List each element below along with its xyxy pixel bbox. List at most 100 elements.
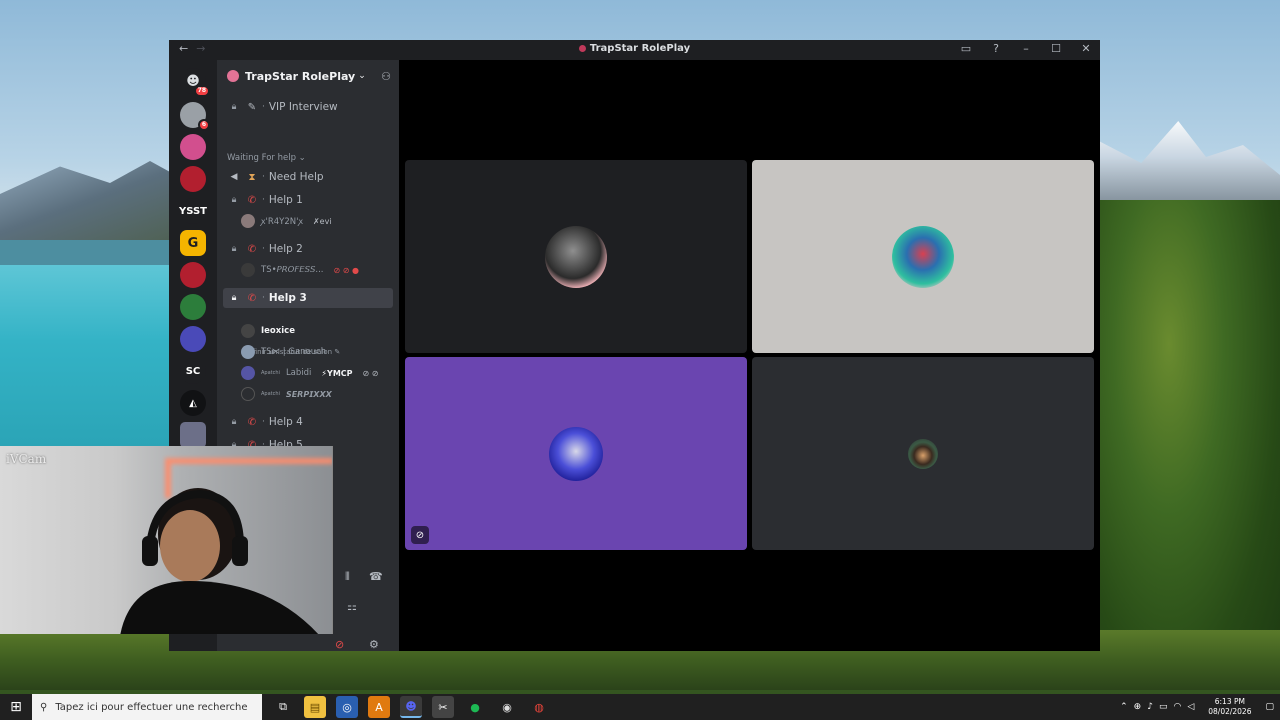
wifi-icon[interactable]: ◠: [1173, 702, 1181, 712]
server-icon-11[interactable]: ◭: [180, 390, 206, 416]
microphone-icon[interactable]: ♪: [1147, 702, 1153, 712]
muted-icon: ⊘: [411, 526, 429, 544]
avatar: [241, 263, 255, 277]
gear-icon[interactable]: ⚙: [369, 638, 379, 651]
deafen-icon[interactable]: ⊘: [335, 638, 344, 651]
capture-app-icon[interactable]: ✂: [432, 696, 454, 718]
avatar: [545, 225, 607, 288]
lock-icon: 🔒︎: [231, 102, 237, 112]
voice-member[interactable]: TS•𝘗𝘙𝘖𝘍𝘌𝘚𝘚... ⊘ ⊘ ●: [241, 261, 359, 279]
hourglass-icon: ⧗: [248, 171, 256, 183]
search-icon: ⚲: [40, 701, 48, 713]
voice-member[interactable]: Apatchi Labidi ⚡YMCP ⊘ ⊘: [241, 364, 378, 382]
taskbar-apps: ⧉ ▤ ◎ A ☻ ✂ ● ◉ ◍: [272, 694, 550, 720]
avatar: [549, 426, 603, 481]
chrome-icon[interactable]: ◍: [528, 696, 550, 718]
voice-call-grid: ⊘: [399, 60, 1100, 651]
lock-icon: 🔒︎: [231, 417, 237, 427]
windows-start-icon[interactable]: ⊞: [0, 694, 32, 720]
lock-icon: 🔒︎: [231, 244, 237, 254]
channel-need-help[interactable]: ◀︎ ⧗ · Need Help: [223, 167, 393, 187]
inbox-icon[interactable]: ▭: [958, 42, 974, 55]
voice-member[interactable]: Apatchi 𝙎𝙀𝙍𝙋𝙄𝙓𝙓𝙓: [241, 385, 332, 403]
voice-activity-icon[interactable]: ⦀: [345, 570, 350, 584]
participant-tile[interactable]: [752, 160, 1094, 353]
category-waiting-for-help[interactable]: Waiting For help ⌄: [227, 153, 306, 163]
chevron-down-icon: ⌄: [358, 71, 366, 81]
file-explorer-icon[interactable]: ▤: [304, 696, 326, 718]
streamer-silhouette: [120, 488, 319, 634]
close-icon[interactable]: ✕: [1078, 42, 1094, 55]
avatar: [241, 366, 255, 380]
webcam-overlay: iVCam: [0, 446, 333, 634]
system-tray: ⌃ ⊕ ♪ ▭ ◠ ◁ 6:13 PM 08/02/2026 ▢: [1120, 694, 1280, 720]
voice-member[interactable]: Ιeoxice: [241, 322, 295, 340]
minimize-icon[interactable]: –: [1018, 42, 1034, 55]
speaker-icon: ◀︎: [230, 172, 238, 182]
server-name: TrapStar RolePlay: [245, 69, 356, 83]
battery-icon[interactable]: ▭: [1159, 702, 1168, 712]
task-view-icon[interactable]: ⧉: [272, 696, 294, 718]
server-icon-3[interactable]: [180, 134, 206, 160]
lock-icon: 🔒︎: [231, 195, 237, 205]
avast-icon[interactable]: A: [368, 696, 390, 718]
participant-tile[interactable]: [752, 357, 1094, 550]
activities-icon[interactable]: ⚏: [347, 600, 357, 613]
chevron-up-icon[interactable]: ⌃: [1120, 702, 1128, 712]
voice-member[interactable]: ꭗ'R4Y2N'ꭗ ✗evi: [241, 212, 332, 230]
server-icon-8[interactable]: [180, 294, 206, 320]
disconnect-icon[interactable]: ☎: [369, 570, 383, 583]
spotify-icon[interactable]: ●: [464, 696, 486, 718]
channel-help-1[interactable]: 🔒︎ ✆ · Help 1: [223, 190, 393, 210]
avatar: [892, 225, 954, 288]
maximize-icon[interactable]: ☐: [1048, 42, 1064, 55]
steam-icon[interactable]: ◎: [336, 696, 358, 718]
participant-tile[interactable]: [405, 160, 747, 353]
help-icon[interactable]: ?: [988, 42, 1004, 55]
channel-vip-interview[interactable]: 🔒︎ ✎ · VIP Interview: [223, 97, 393, 117]
windows-taskbar: ⊞ ⚲ Tapez ici pour effectuer une recherc…: [0, 694, 1280, 720]
server-icon-12[interactable]: [180, 422, 206, 448]
phone-icon: ✆: [247, 292, 257, 304]
avatar: [241, 387, 255, 401]
volume-icon[interactable]: ◁: [1187, 702, 1194, 712]
channel-help-3[interactable]: 🔒︎ ✆ · Help 3: [223, 288, 393, 308]
discord-home-icon[interactable]: ☻ 78: [180, 68, 210, 97]
title-bar: ← → TrapStar RolePlay ▭ ? – ☐ ✕: [169, 40, 1100, 60]
notifications-icon[interactable]: ▢: [1265, 702, 1274, 712]
lock-icon: 🔒︎: [231, 293, 237, 303]
mute-deafen-icons: ⊘ ⊘: [362, 368, 379, 378]
network-icon[interactable]: ⊕: [1134, 702, 1142, 712]
server-icon-2[interactable]: 6: [180, 102, 210, 131]
window-controls: ▭ ? – ☐ ✕: [958, 42, 1094, 55]
server-header[interactable]: TrapStar RolePlay ⌄ ⚇: [217, 60, 399, 92]
channel-help-4[interactable]: 🔒︎ ✆ · Help 4: [223, 412, 393, 432]
server-icon-4[interactable]: [180, 166, 206, 192]
webcam-app-label: iVCam: [6, 452, 47, 466]
voice-member[interactable]: TS⋈ | Ganouch: [241, 343, 326, 361]
phone-icon: ✆: [247, 243, 257, 255]
channel-help-2[interactable]: 🔒︎ ✆ · Help 2: [223, 239, 393, 259]
avatar: [241, 345, 255, 359]
server-icon-sc[interactable]: SC: [180, 358, 206, 384]
server-icon-9[interactable]: [180, 326, 206, 352]
avatar: [241, 214, 255, 228]
mute-deafen-icons: ⊘ ⊘ ●: [333, 265, 359, 275]
phone-icon: ✆: [247, 194, 257, 206]
phone-icon: ✆: [247, 416, 257, 428]
microphone-icon: ✎: [247, 101, 257, 113]
avatar: [241, 324, 255, 338]
participant-tile[interactable]: ⊘: [405, 357, 747, 550]
clock[interactable]: 6:13 PM 08/02/2026: [1208, 697, 1251, 717]
server-icon-ysst[interactable]: YSST: [179, 198, 207, 224]
avatar: [908, 438, 938, 469]
wallpaper-forest: [1095, 200, 1280, 680]
server-dot-icon: [578, 44, 586, 52]
invite-people-icon[interactable]: ⚇: [381, 70, 391, 83]
obs-icon[interactable]: ◉: [496, 696, 518, 718]
server-icon-g[interactable]: G: [180, 230, 206, 256]
taskbar-search[interactable]: ⚲ Tapez ici pour effectuer une recherche: [32, 694, 262, 720]
server-icon-7[interactable]: [180, 262, 206, 288]
server-badge-icon: [227, 70, 239, 82]
discord-icon[interactable]: ☻: [400, 696, 422, 718]
